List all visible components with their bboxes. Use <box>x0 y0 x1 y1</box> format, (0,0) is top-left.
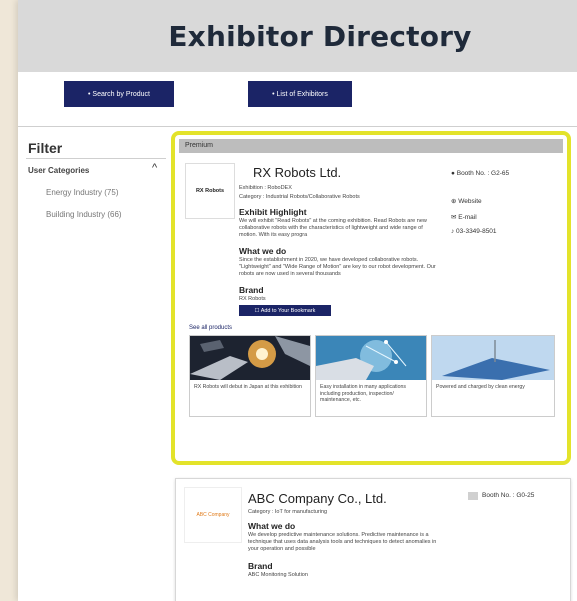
filter-option-building[interactable]: Building Industry (66) <box>46 210 122 219</box>
product-caption: Easy installation in many applications i… <box>320 384 406 403</box>
exhibition-text: Exhibition : RoboDEX <box>239 185 292 191</box>
list-of-exhibitors-button[interactable]: • List of Exhibitors <box>248 81 352 107</box>
filter-title: Filter <box>28 140 63 156</box>
search-by-product-button[interactable]: • Search by Product <box>64 81 174 107</box>
page-header: Exhibitor Directory <box>18 0 577 72</box>
brand-heading: Brand <box>248 561 273 571</box>
company-logo: RX Robots <box>185 163 235 219</box>
rx-robots-logo-text: RX Robots <box>195 188 225 194</box>
phone-number[interactable]: ♪ 03-3349-8501 <box>451 228 497 235</box>
exhibit-highlight-text: We will exhibit "Read Robots" at the com… <box>239 218 427 238</box>
product-card[interactable]: RX Robots will debut in Japan at this ex… <box>189 335 311 417</box>
category-text: Category : Industrial Robots/Collaborati… <box>239 194 360 200</box>
product-caption: RX Robots will debut in Japan at this ex… <box>194 384 302 390</box>
product-image-hand-network <box>316 336 426 380</box>
premium-exhibitor-card: Premium RX Robots RX Robots Ltd. Exhibit… <box>171 131 571 465</box>
filter-option-energy[interactable]: Energy Industry (75) <box>46 188 118 197</box>
product-card[interactable]: Powered and charged by clean energy <box>431 335 555 417</box>
brand-heading: Brand <box>239 285 264 295</box>
brand-value: ABC Monitoring Solution <box>248 572 308 578</box>
divider <box>18 126 577 127</box>
page: Exhibitor Directory • Search by Product … <box>18 0 577 601</box>
exhibitor-card: ABC Company ABC Company Co., Ltd. Catego… <box>175 478 571 601</box>
company-logo: ABC Company <box>184 487 242 543</box>
booth-icon <box>468 492 478 500</box>
add-to-bookmark-button[interactable]: ☐ Add to Your Bookmark <box>239 305 331 316</box>
product-caption: Powered and charged by clean energy <box>436 384 525 390</box>
page-title: Exhibitor Directory <box>168 19 472 53</box>
what-we-do-text: Since the establishment in 2020, we have… <box>239 257 436 277</box>
email-link[interactable]: ✉ E-mail <box>451 213 477 221</box>
exhibit-highlight-heading: Exhibit Highlight <box>239 207 307 217</box>
what-we-do-heading: What we do <box>248 521 296 531</box>
premium-label: Premium <box>179 139 563 153</box>
chevron-up-icon[interactable]: ^ <box>152 162 157 174</box>
what-we-do-text: We develop predictive maintenance soluti… <box>248 532 437 552</box>
booth-number: ● Booth No. : G2-65 <box>451 170 510 177</box>
filter-divider <box>26 158 166 159</box>
see-all-products-link[interactable]: See all products <box>189 325 232 332</box>
product-image-robot-arm <box>190 336 310 380</box>
product-image-solar-panel <box>432 336 554 380</box>
what-we-do-heading: What we do <box>239 246 287 256</box>
brand-value: RX Robots <box>239 296 266 302</box>
filter-category-label[interactable]: User Categories <box>28 166 89 175</box>
product-card[interactable]: Easy installation in many applications i… <box>315 335 427 417</box>
booth-number: Booth No. : G0-25 <box>482 492 535 499</box>
category-text: Category : IoT for manufacturing <box>248 509 328 515</box>
company-name[interactable]: RX Robots Ltd. <box>253 165 341 180</box>
company-name[interactable]: ABC Company Co., Ltd. <box>248 491 387 506</box>
abc-company-logo-text: ABC Company <box>196 512 230 518</box>
website-link[interactable]: ⊕ Website <box>451 197 482 205</box>
